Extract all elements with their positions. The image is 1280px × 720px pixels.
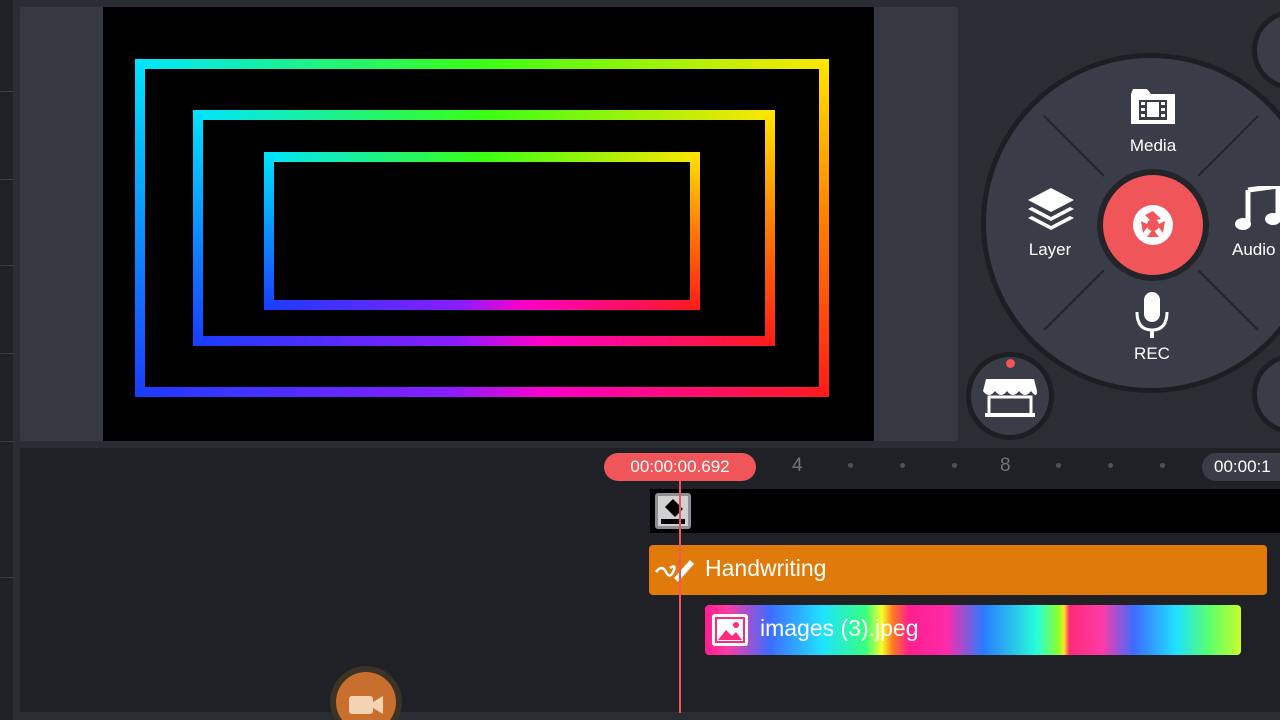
- preview-canvas[interactable]: [103, 7, 874, 441]
- ruler-label: 4: [792, 455, 803, 476]
- inner-frame: [264, 152, 700, 310]
- layers-icon: [1028, 188, 1074, 230]
- middle-frame: [193, 110, 775, 346]
- image-icon: [712, 614, 748, 646]
- left-strip-segment[interactable]: [0, 354, 13, 442]
- media-button[interactable]: Media: [1112, 82, 1194, 160]
- left-strip-segment[interactable]: [0, 180, 13, 266]
- image-track-label: images (3).jpeg: [760, 615, 919, 641]
- layer-label: Layer: [1028, 240, 1072, 259]
- ruler-tick: [1056, 463, 1061, 468]
- audio-button[interactable]: Audio: [1222, 184, 1280, 264]
- left-strip-segment[interactable]: [0, 266, 13, 354]
- fill-bucket-icon: [655, 493, 691, 529]
- ruler-tick: [1160, 463, 1165, 468]
- ruler-tick: [1108, 463, 1113, 468]
- left-strip-segment[interactable]: [0, 92, 13, 180]
- playhead-time-badge[interactable]: 00:00:00.692: [604, 453, 756, 481]
- audio-label: Audio: [1232, 240, 1276, 259]
- handwriting-pen-icon: [655, 560, 694, 582]
- music-note-icon: [1235, 186, 1280, 230]
- layer-button[interactable]: Layer: [1010, 184, 1092, 264]
- record-video-button[interactable]: [336, 672, 396, 720]
- ruler-tick: [952, 463, 957, 468]
- video-camera-icon: [349, 696, 383, 714]
- rainbow-frames-graphic: [135, 59, 829, 397]
- background-track[interactable]: [650, 489, 1280, 533]
- playhead-line[interactable]: [679, 481, 681, 713]
- store-notification-dot: [1006, 359, 1015, 368]
- left-edge-strip: [0, 0, 13, 720]
- camera-shutter-icon: [1133, 205, 1173, 245]
- ruler-tick: [848, 463, 853, 468]
- rec-button[interactable]: REC: [1112, 288, 1194, 368]
- outer-frame: [135, 59, 829, 397]
- storefront-icon: [983, 379, 1037, 417]
- handwriting-track-label: Handwriting: [705, 555, 827, 581]
- media-label: Media: [1129, 136, 1177, 155]
- ruler-label: 8: [1000, 455, 1011, 476]
- media-film-icon: [1131, 89, 1175, 124]
- left-strip-segment[interactable]: [0, 0, 13, 92]
- microphone-icon: [1135, 292, 1169, 338]
- capture-button[interactable]: [1103, 175, 1203, 275]
- rec-label: REC: [1134, 344, 1170, 363]
- asset-store-button[interactable]: [971, 357, 1049, 435]
- ruler-tick: [900, 463, 905, 468]
- project-duration-badge: 00:00:1: [1202, 453, 1280, 481]
- left-strip-segment[interactable]: [0, 448, 13, 578]
